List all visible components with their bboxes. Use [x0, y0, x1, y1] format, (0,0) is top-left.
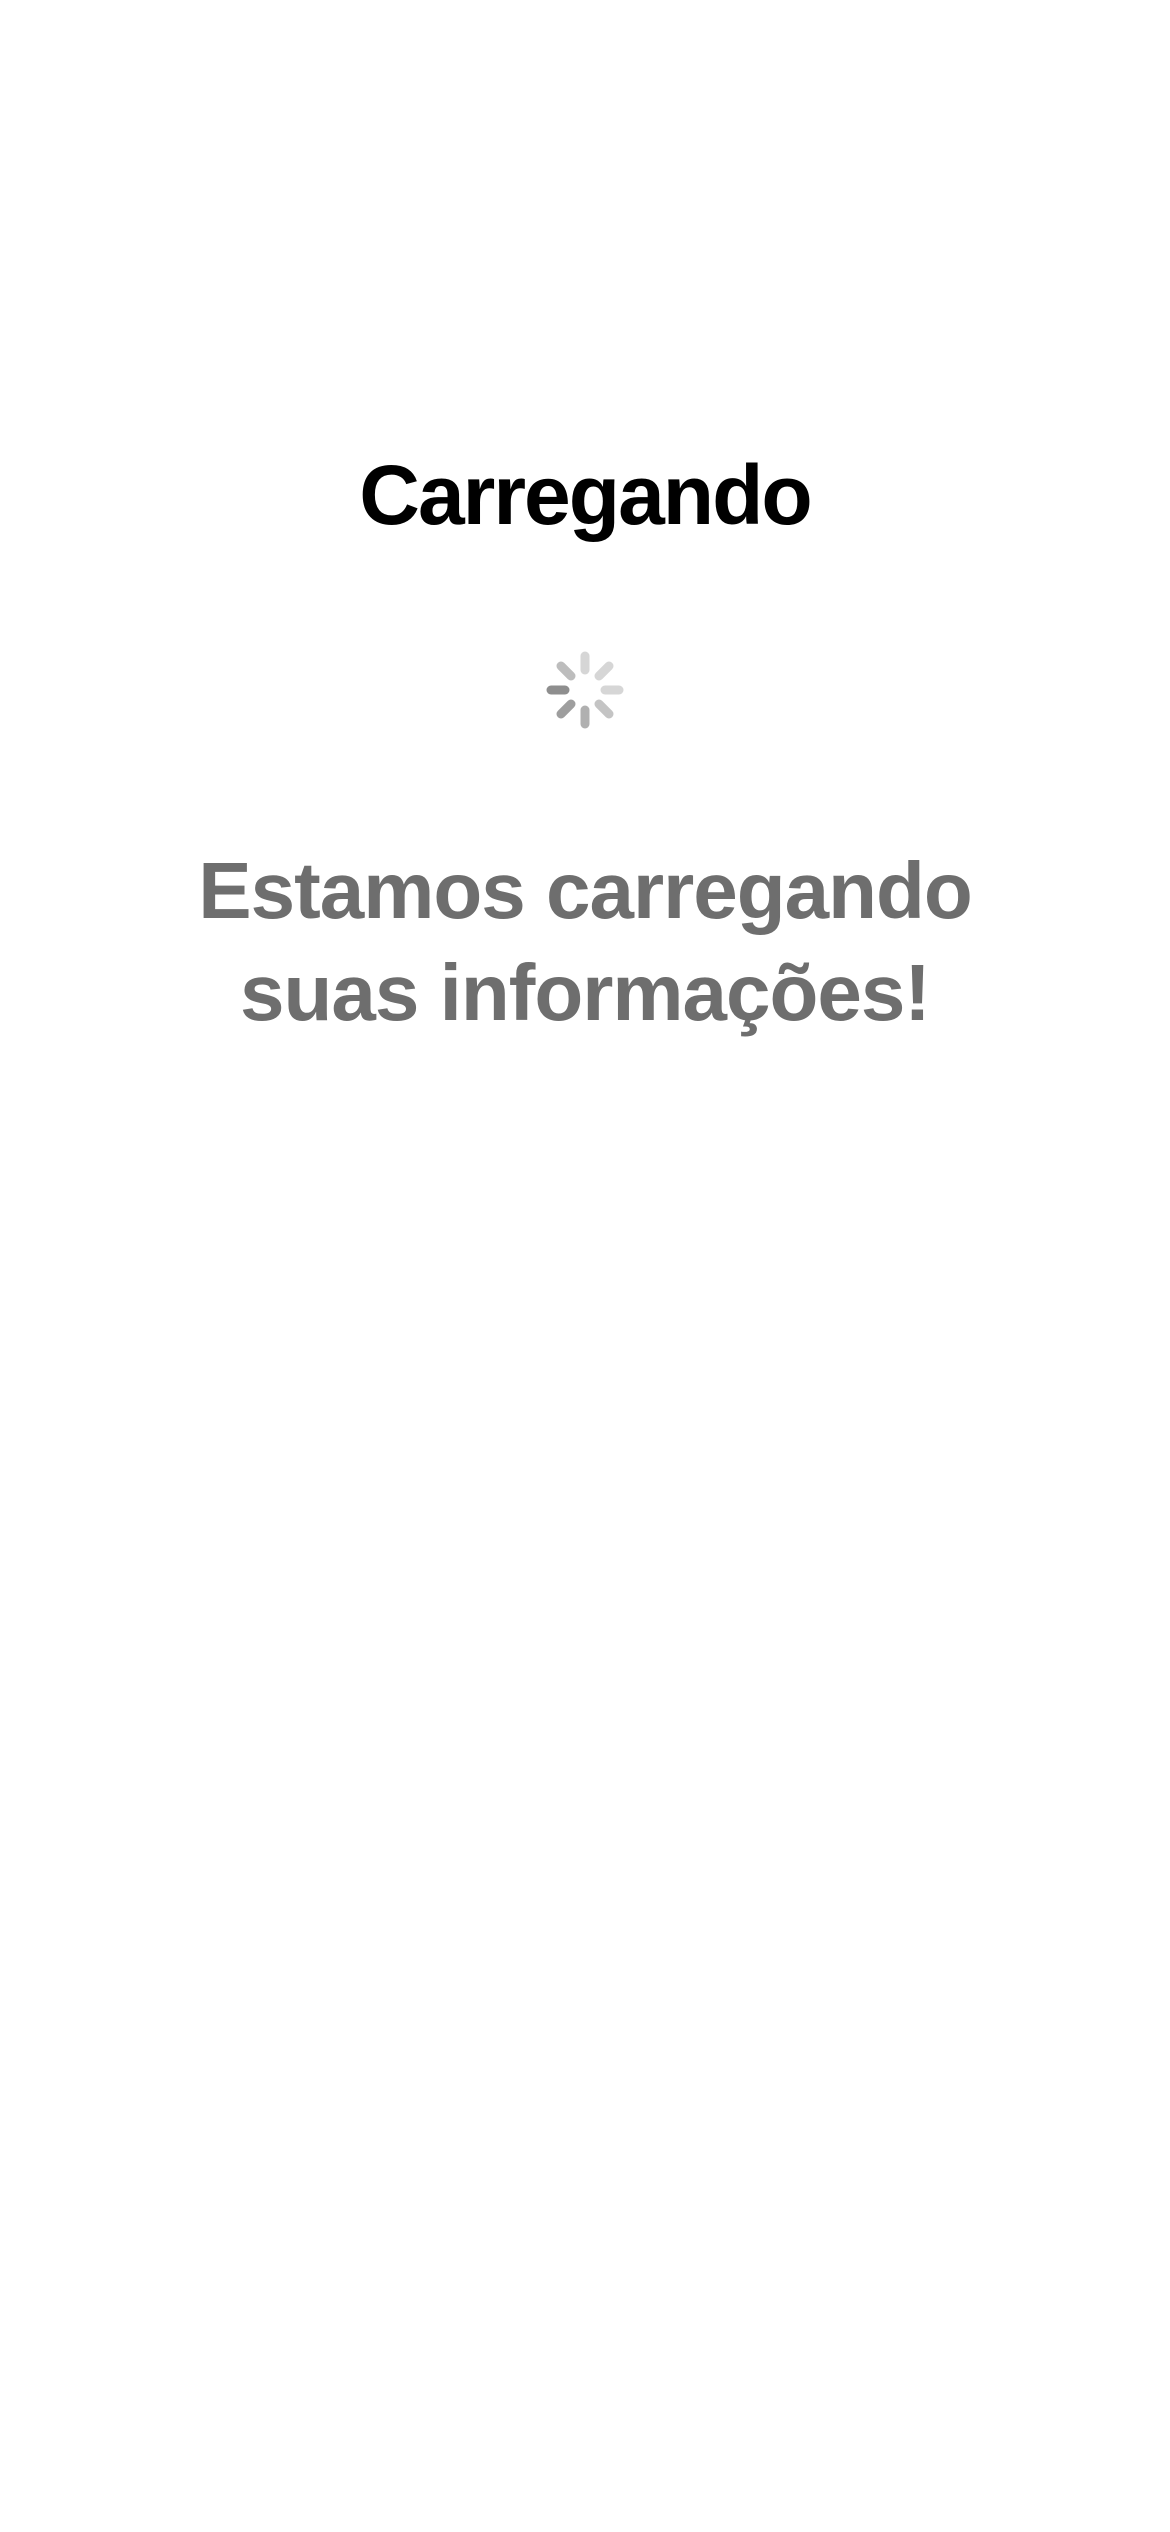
- loading-message: Estamos carregando suas informações!: [198, 846, 972, 1037]
- activity-spinner-icon: [545, 650, 625, 730]
- loading-screen: Carregando Estamos carregando suas infor…: [0, 0, 1170, 2532]
- loading-title: Carregando: [359, 448, 812, 542]
